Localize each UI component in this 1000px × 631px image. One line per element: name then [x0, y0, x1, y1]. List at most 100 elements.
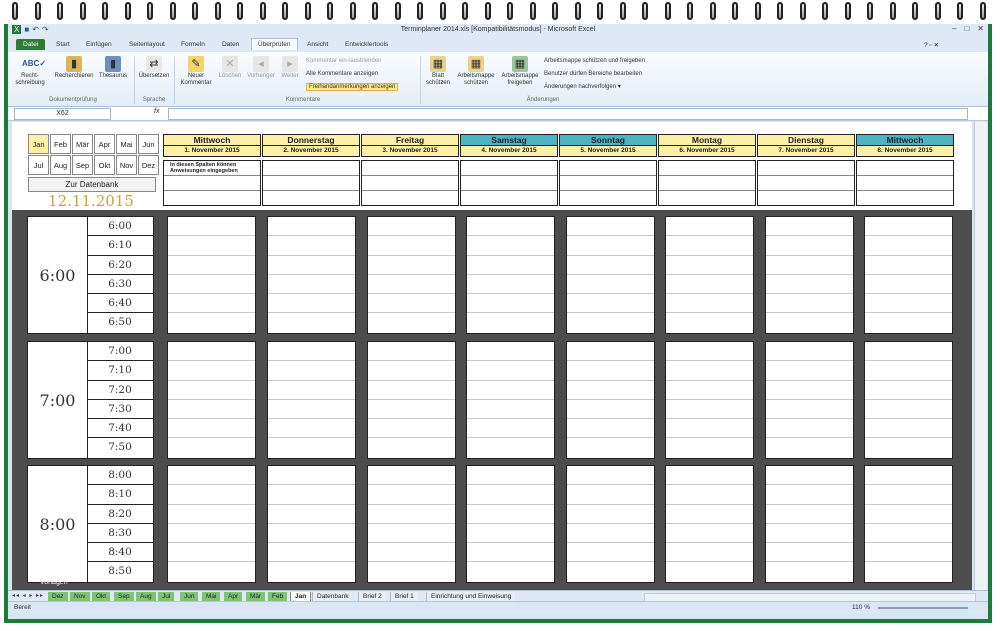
- appointment-cell[interactable]: [168, 524, 255, 544]
- appointment-cell[interactable]: [666, 294, 753, 314]
- appointment-cell[interactable]: [865, 524, 952, 544]
- appointment-block[interactable]: [367, 341, 456, 459]
- appointment-cell[interactable]: [666, 543, 753, 563]
- appointment-cell[interactable]: [567, 381, 654, 400]
- appointment-block[interactable]: [466, 465, 555, 583]
- appointment-cell[interactable]: [865, 342, 952, 362]
- appointment-cell[interactable]: [268, 524, 355, 544]
- appointment-block[interactable]: [267, 465, 356, 583]
- appointment-cell[interactable]: [467, 505, 554, 524]
- appointment-cell[interactable]: [168, 466, 255, 486]
- note-cell[interactable]: [560, 191, 656, 206]
- appointment-cell[interactable]: [268, 485, 355, 505]
- show-ink-button[interactable]: Freihandanmerkungen anzeigen: [306, 83, 399, 91]
- appointment-cell[interactable]: [865, 256, 952, 275]
- appointment-cell[interactable]: [168, 217, 255, 237]
- toggle-comment-button[interactable]: Kommentar ein-/ausblenden: [306, 58, 381, 64]
- appointment-cell[interactable]: [766, 505, 853, 524]
- appointment-cell[interactable]: [168, 438, 255, 457]
- appointment-cell[interactable]: [567, 361, 654, 381]
- note-column[interactable]: [757, 160, 855, 206]
- appointment-cell[interactable]: [766, 438, 853, 457]
- month-button[interactable]: Jun: [138, 134, 159, 154]
- help-icon[interactable]: ? ▫ ✕: [920, 40, 943, 50]
- note-column[interactable]: [262, 160, 360, 206]
- appointment-cell[interactable]: [567, 524, 654, 544]
- research-button[interactable]: ▮ Recherchieren: [52, 56, 96, 80]
- month-button[interactable]: Jan: [28, 134, 49, 154]
- appointment-block[interactable]: [267, 341, 356, 459]
- appointment-cell[interactable]: [168, 294, 255, 314]
- zoom-slider[interactable]: [878, 607, 968, 609]
- maximize-button[interactable]: □: [964, 24, 969, 33]
- appointment-cell[interactable]: [666, 438, 753, 457]
- appointment-cell[interactable]: [467, 438, 554, 457]
- note-cell[interactable]: [857, 176, 953, 191]
- appointment-block[interactable]: [665, 216, 754, 334]
- note-cell[interactable]: [362, 176, 458, 191]
- appointment-block[interactable]: [765, 465, 854, 583]
- appointment-block[interactable]: [566, 216, 655, 334]
- note-cell[interactable]: [659, 191, 755, 206]
- appointment-cell[interactable]: [368, 217, 455, 237]
- appointment-block[interactable]: [566, 465, 655, 583]
- appointment-cell[interactable]: [666, 313, 753, 332]
- appointment-cell[interactable]: [567, 562, 654, 581]
- appointment-cell[interactable]: [268, 419, 355, 439]
- appointment-cell[interactable]: [666, 485, 753, 505]
- appointment-cell[interactable]: [666, 361, 753, 381]
- appointment-cell[interactable]: [666, 505, 753, 524]
- appointment-cell[interactable]: [368, 256, 455, 275]
- appointment-cell[interactable]: [865, 466, 952, 486]
- appointment-cell[interactable]: [368, 543, 455, 563]
- sheet-tab-month[interactable]: Sep: [114, 592, 134, 601]
- appointment-block[interactable]: [167, 465, 256, 583]
- tab-einfuegen[interactable]: Einfügen: [82, 40, 116, 49]
- appointment-cell[interactable]: [268, 236, 355, 256]
- appointment-cell[interactable]: [666, 275, 753, 295]
- appointment-cell[interactable]: [467, 562, 554, 581]
- appointment-cell[interactable]: [268, 217, 355, 237]
- allow-edit-ranges-button[interactable]: Benutzer dürfen Bereiche bearbeiten: [544, 71, 642, 77]
- datenbank-button[interactable]: Zur Datenbank: [28, 177, 156, 192]
- tab-daten[interactable]: Daten: [218, 40, 243, 49]
- sheet-tab-month[interactable]: Dez: [48, 592, 68, 601]
- formula-input[interactable]: [168, 108, 968, 120]
- appointment-cell[interactable]: [666, 466, 753, 486]
- appointment-block[interactable]: [167, 341, 256, 459]
- appointment-cell[interactable]: [865, 361, 952, 381]
- appointment-cell[interactable]: [567, 438, 654, 457]
- appointment-cell[interactable]: [666, 562, 753, 581]
- tab-start[interactable]: Start: [52, 40, 74, 49]
- appointment-cell[interactable]: [467, 256, 554, 275]
- appointment-cell[interactable]: [268, 294, 355, 314]
- appointment-cell[interactable]: [368, 562, 455, 581]
- protect-share-button[interactable]: Arbeitsmappe schützen und freigeben: [544, 58, 645, 64]
- note-cell[interactable]: [560, 176, 656, 191]
- close-button[interactable]: ✕: [977, 24, 984, 33]
- next-comment-button[interactable]: ▸ Weiter: [278, 56, 302, 80]
- appointment-block[interactable]: [765, 341, 854, 459]
- appointment-block[interactable]: [466, 341, 555, 459]
- note-cell[interactable]: [659, 176, 755, 191]
- appointment-cell[interactable]: [168, 236, 255, 256]
- appointment-block[interactable]: [665, 341, 754, 459]
- appointment-cell[interactable]: [467, 524, 554, 544]
- sheet-tab-month[interactable]: Aug: [136, 592, 156, 601]
- note-cell[interactable]: [362, 161, 458, 176]
- appointment-cell[interactable]: [467, 381, 554, 400]
- previous-comment-button[interactable]: ◂ Vorheriger: [244, 56, 278, 80]
- appointment-cell[interactable]: [368, 361, 455, 381]
- sheet-tab-month[interactable]: Nov: [70, 592, 90, 601]
- appointment-cell[interactable]: [168, 419, 255, 439]
- protect-workbook-button[interactable]: ▦ Arbeitsmappe schützen: [454, 56, 498, 87]
- appointment-cell[interactable]: [168, 562, 255, 581]
- appointment-cell[interactable]: [766, 217, 853, 237]
- appointment-cell[interactable]: [766, 342, 853, 362]
- appointment-cell[interactable]: [268, 256, 355, 275]
- appointment-cell[interactable]: [766, 275, 853, 295]
- appointment-cell[interactable]: [268, 342, 355, 362]
- appointment-block[interactable]: [267, 216, 356, 334]
- appointment-cell[interactable]: [168, 485, 255, 505]
- appointment-block[interactable]: [864, 216, 953, 334]
